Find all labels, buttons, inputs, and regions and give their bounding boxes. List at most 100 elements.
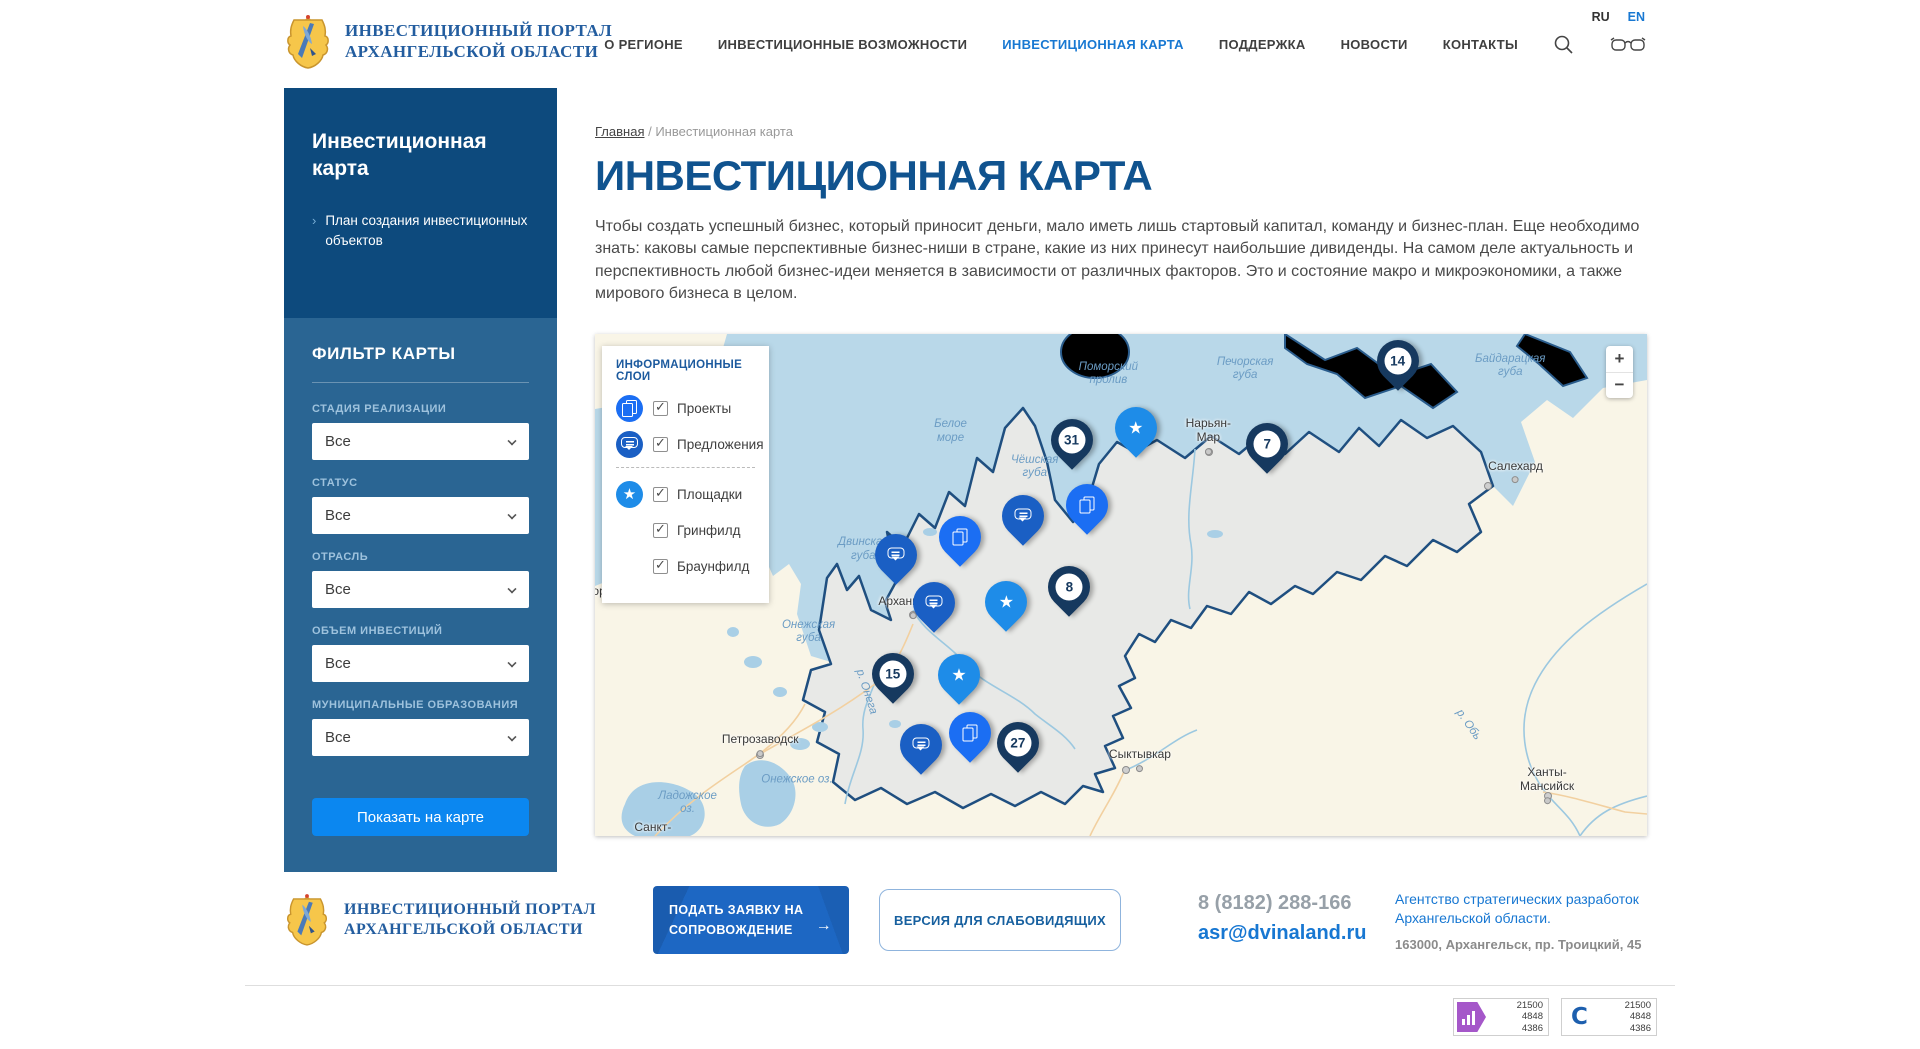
cluster-count: 15 [879, 660, 906, 687]
document-icon [962, 724, 977, 741]
map-pin-doc[interactable] [1066, 484, 1108, 526]
star-icon: ★ [951, 666, 966, 683]
email-link[interactable]: asr@dvinaland.ru [1198, 922, 1366, 945]
coat-of-arms-icon [284, 893, 330, 947]
nav-item[interactable]: О РЕГИОНЕ [604, 37, 683, 52]
page-title: ИНВЕСТИЦИОННАЯ КАРТА [595, 152, 1647, 200]
document-icon [953, 528, 968, 545]
filter-group: МУНИЦИПАЛЬНЫЕ ОБРАЗОВАНИЯВсе [312, 699, 529, 756]
main-content: Главная / Инвестиционная карта ИНВЕСТИЦИ… [595, 124, 1647, 836]
map-pin-speech[interactable] [900, 724, 942, 766]
apply-support-button[interactable]: ПОДАТЬ ЗАЯВКУ НА СОПРОВОЖДЕНИЕ → [653, 886, 849, 954]
star-icon: ★ [999, 593, 1014, 610]
site-logo[interactable]: ИНВЕСТИЦИОННЫЙ ПОРТАЛ АРХАНГЕЛЬСКОЙ ОБЛА… [284, 14, 612, 70]
accessibility-version-button[interactable]: ВЕРСИЯ ДЛЯ СЛАБОВИДЯЩИХ [879, 889, 1121, 951]
layer-label: Площадки [677, 487, 742, 502]
nav-item[interactable]: ИНВЕСТИЦИОННЫЕ ВОЗМОЖНОСТИ [718, 37, 967, 52]
filter-select[interactable]: Все [312, 497, 529, 534]
speech-layer-icon [616, 431, 643, 458]
map-filter-panel: ФИЛЬТР КАРТЫ СТАДИЯ РЕАЛИЗАЦИИВсеСТАТУСВ… [284, 318, 557, 872]
header: ИНВЕСТИЦИОННЫЙ ПОРТАЛ АРХАНГЕЛЬСКОЙ ОБЛА… [0, 0, 1920, 88]
visit-counter-badge[interactable]: C2150048484386 [1561, 998, 1657, 1036]
nav-item[interactable]: НОВОСТИ [1341, 37, 1408, 52]
filter-select[interactable]: Все [312, 423, 529, 460]
layer-checkbox[interactable] [653, 437, 668, 452]
map-pin-speech[interactable] [875, 534, 917, 576]
legend-row: Браунфилд [616, 553, 755, 580]
map-pin-cluster[interactable]: 7 [1246, 423, 1288, 465]
layer-checkbox[interactable] [653, 401, 668, 416]
map-pin-cluster[interactable]: 14 [1377, 340, 1419, 382]
search-icon[interactable] [1553, 34, 1574, 55]
chevron-right-icon: › [312, 211, 316, 252]
map-pin-cluster[interactable]: 8 [1048, 566, 1090, 608]
filter-label: ОТРАСЛЬ [312, 551, 529, 563]
nav-item[interactable]: ИНВЕСТИЦИОННАЯ КАРТА [1002, 37, 1184, 52]
map-pin-cluster[interactable]: 27 [997, 722, 1039, 764]
layer-checkbox[interactable] [653, 487, 668, 502]
arrow-right-icon: → [816, 913, 832, 939]
footer-logo[interactable]: ИНВЕСТИЦИОННЫЙ ПОРТАЛ АРХАНГЕЛЬСКОЙ ОБЛА… [284, 893, 596, 947]
nav-item[interactable]: КОНТАКТЫ [1443, 37, 1518, 52]
speech-bubble-icon [913, 738, 930, 753]
lang-ru[interactable]: RU [1592, 10, 1610, 24]
filter-select[interactable]: Все [312, 719, 529, 756]
legend-title: ИНФОРМАЦИОННЫЕ СЛОИ [616, 359, 755, 383]
map-pin-star[interactable]: ★ [985, 581, 1027, 623]
map-pin-cluster[interactable]: 15 [872, 653, 914, 695]
breadcrumb-home-link[interactable]: Главная [595, 124, 644, 139]
coat-of-arms-icon [284, 14, 332, 70]
lang-en[interactable]: EN [1628, 10, 1645, 24]
speech-bubble-icon [887, 547, 904, 562]
speech-bubble-icon [925, 596, 942, 611]
phone-number: 8 (8182) 288-166 [1198, 892, 1366, 915]
filter-group: ОБЪЕМ ИНВЕСТИЦИЙВсе [312, 625, 529, 682]
filter-panel-title: ФИЛЬТР КАРТЫ [312, 344, 529, 364]
agency-name: Агентство стратегических разработокАрхан… [1395, 890, 1660, 928]
legend-indent [616, 517, 643, 544]
doc-layer-icon [616, 395, 643, 422]
cluster-count: 8 [1056, 574, 1083, 601]
agency-info: Агентство стратегических разработокАрхан… [1395, 890, 1660, 952]
counter-values: 2150048484386 [1486, 1000, 1543, 1034]
cluster-count: 14 [1384, 347, 1411, 374]
map-pin-doc[interactable] [939, 516, 981, 558]
filter-select[interactable]: Все [312, 645, 529, 682]
breadcrumb-current: Инвестиционная карта [655, 124, 793, 139]
footer-contacts: 8 (8182) 288-166 asr@dvinaland.ru [1198, 892, 1366, 945]
map-pin-speech[interactable] [913, 582, 955, 624]
visit-counters: 2150048484386C2150048484386 [1453, 998, 1657, 1036]
chevron-down-icon [507, 658, 516, 667]
nav-item[interactable]: ПОДДЕРЖКА [1219, 37, 1306, 52]
bar-chart-icon [1457, 1002, 1486, 1032]
visit-counter-badge[interactable]: 2150048484386 [1453, 998, 1549, 1036]
map-pin-speech[interactable] [1002, 495, 1044, 537]
accessibility-glasses-icon[interactable] [1609, 37, 1647, 53]
show-on-map-button[interactable]: Показать на карте [312, 798, 529, 836]
chevron-down-icon [507, 510, 516, 519]
legend-row: Проекты [616, 395, 755, 422]
counter-values: 2150048484386 [1594, 1000, 1651, 1034]
investment-map[interactable]: Байдарацкая губаПоморский проливПечорска… [595, 334, 1647, 836]
layer-checkbox[interactable] [653, 559, 668, 574]
chevron-down-icon [507, 732, 516, 741]
zoom-out-button[interactable]: − [1606, 372, 1633, 398]
filter-label: СТАДИЯ РЕАЛИЗАЦИИ [312, 403, 529, 415]
star-icon: ★ [1128, 419, 1143, 436]
agency-address: 163000, Архангельск, пр. Троицкий, 45 [1395, 937, 1660, 952]
main-nav: О РЕГИОНЕ ИНВЕСТИЦИОННЫЕ ВОЗМОЖНОСТИ ИНВЕС… [604, 34, 1647, 55]
cluster-count: 27 [1004, 729, 1031, 756]
sidebar-item-plan[interactable]: › План создания инвестиционных объектов [312, 211, 529, 252]
layer-checkbox[interactable] [653, 523, 668, 538]
divider [245, 985, 1675, 986]
map-pin-star[interactable]: ★ [1115, 407, 1157, 449]
zoom-in-button[interactable]: + [1606, 346, 1633, 372]
map-pin-doc[interactable] [949, 712, 991, 754]
cluster-count: 7 [1254, 431, 1281, 458]
map-layers-legend: ИНФОРМАЦИОННЫЕ СЛОИ ПроектыПредложения★П… [602, 346, 769, 603]
map-pin-cluster[interactable]: 31 [1051, 419, 1093, 461]
layer-label: Предложения [677, 437, 764, 452]
sputnik-c-icon: C [1565, 1002, 1594, 1032]
map-pin-star[interactable]: ★ [938, 654, 980, 696]
filter-select[interactable]: Все [312, 571, 529, 608]
